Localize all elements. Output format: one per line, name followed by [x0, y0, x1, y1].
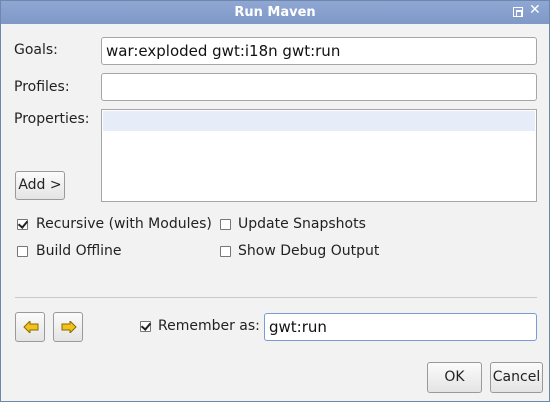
remember-checkbox[interactable]	[140, 321, 151, 332]
show-debug-label[interactable]: Show Debug Output	[238, 243, 379, 259]
build-offline-checkbox[interactable]	[17, 246, 28, 257]
arrow-left-icon	[23, 321, 39, 333]
properties-label: Properties:	[14, 111, 90, 127]
properties-row-selected[interactable]	[103, 111, 535, 131]
update-snapshots-label[interactable]: Update Snapshots	[238, 216, 366, 232]
ok-button[interactable]: OK	[427, 362, 482, 393]
goals-input[interactable]: war:exploded gwt:i18n gwt:run	[101, 37, 537, 65]
remember-label[interactable]: Remember as:	[158, 318, 260, 334]
maximize-icon[interactable]	[513, 7, 523, 17]
close-icon[interactable]: ✕	[529, 3, 541, 17]
profiles-input[interactable]	[101, 73, 537, 101]
next-button[interactable]	[53, 312, 83, 342]
profiles-label: Profiles:	[14, 79, 70, 95]
previous-button[interactable]	[15, 312, 45, 342]
add-property-button[interactable]: Add >	[15, 171, 65, 200]
properties-table[interactable]	[101, 109, 537, 202]
update-snapshots-checkbox[interactable]	[220, 219, 231, 230]
title-bar: Run Maven ✕	[1, 1, 549, 24]
recursive-label[interactable]: Recursive (with Modules)	[36, 216, 212, 232]
show-debug-checkbox[interactable]	[220, 246, 231, 257]
build-offline-label[interactable]: Build Offline	[36, 243, 122, 259]
remember-as-input[interactable]: gwt:run	[264, 313, 537, 341]
window-title: Run Maven	[234, 5, 316, 20]
run-maven-dialog: Run Maven ✕ Goals: war:exploded gwt:i18n…	[0, 0, 550, 402]
recursive-checkbox[interactable]	[17, 219, 28, 230]
cancel-button[interactable]: Cancel	[490, 362, 543, 393]
separator	[15, 297, 537, 298]
arrow-right-icon	[61, 321, 77, 333]
goals-label: Goals:	[14, 42, 58, 58]
